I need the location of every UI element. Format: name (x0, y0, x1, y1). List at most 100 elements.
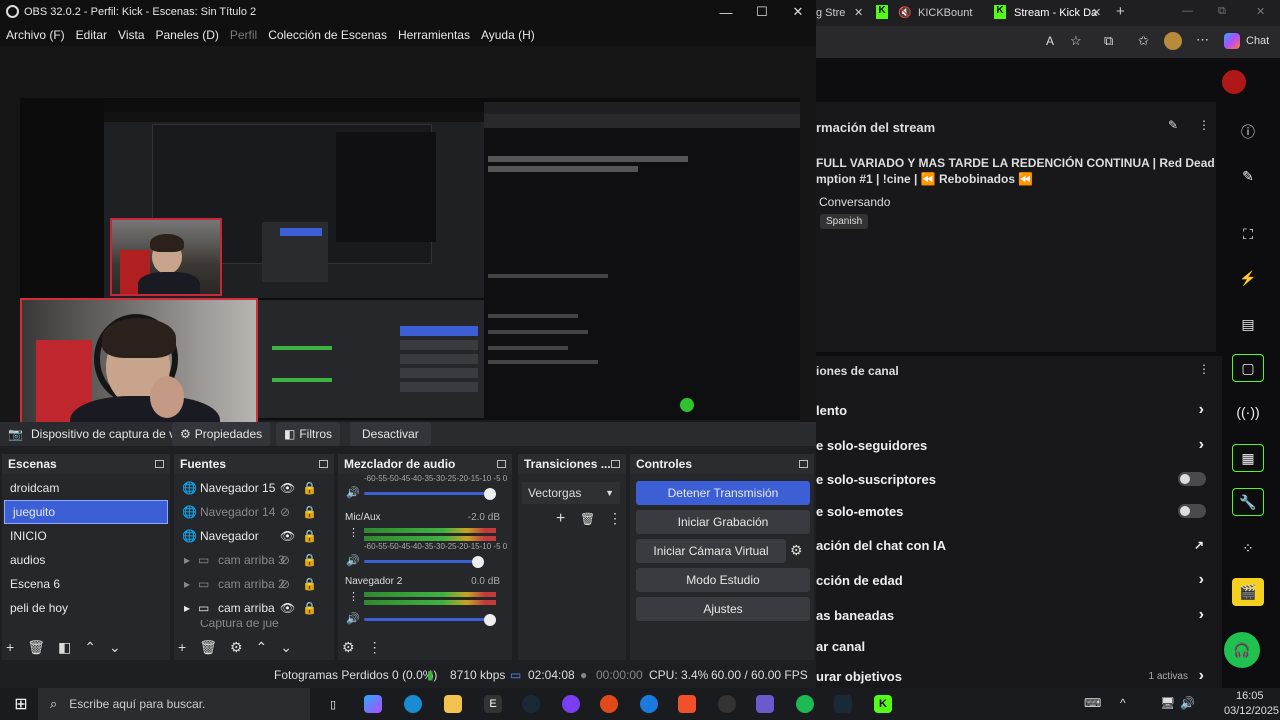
minimize-icon[interactable]: — (1182, 5, 1193, 17)
nodes-icon[interactable]: ⁘ (1232, 534, 1264, 562)
scene-item[interactable]: droidcam (2, 476, 170, 500)
pencil-icon[interactable]: ✎ (1168, 118, 1178, 132)
chat-button[interactable]: Chat (1246, 35, 1269, 47)
app-icon[interactable] (600, 695, 618, 713)
filters-button[interactable]: ◧ Filtros (276, 422, 341, 446)
menu-perfil[interactable]: Perfil (230, 28, 257, 42)
extensions-icon[interactable]: ⧉ (1104, 33, 1113, 49)
explorer-icon[interactable] (444, 695, 462, 713)
maximize-icon[interactable]: ☐ (744, 0, 780, 24)
eye-icon[interactable]: 👁 (280, 601, 295, 615)
option-row[interactable]: urar objetivos 1 activas › (816, 664, 1216, 688)
scene-item[interactable]: Escena 6 (2, 572, 170, 596)
broadcast-icon[interactable]: ((·)) (1232, 398, 1264, 426)
chevron-down-icon[interactable]: ⌄ (280, 639, 292, 656)
spotify-icon[interactable] (796, 695, 814, 713)
source-item[interactable]: 🌐 Navegador 15 👁 🔒 (174, 476, 334, 500)
kick-taskbar-icon[interactable]: K (874, 695, 892, 713)
eye-hidden-icon[interactable]: ⊘ (280, 577, 290, 591)
source-group[interactable]: ▸ ▭ cam arriba 3 ⊘ 🔒 (174, 548, 334, 572)
add-icon[interactable]: + (6, 639, 14, 655)
speaker-icon[interactable]: 🔊 (346, 612, 360, 625)
lightning-icon[interactable]: ⚡ (1232, 264, 1264, 292)
volume-knob[interactable] (484, 488, 496, 500)
trash-icon[interactable]: 🗑 (199, 639, 217, 656)
add-icon[interactable]: + (178, 639, 186, 655)
kebab-icon[interactable]: ⋮ (608, 510, 622, 527)
channel-avatar[interactable] (1222, 70, 1246, 94)
scene-item[interactable]: audios (2, 548, 170, 572)
kebab-icon[interactable]: ⋮ (1198, 362, 1210, 376)
chevron-up-icon[interactable]: ⌃ (84, 639, 96, 656)
option-row[interactable]: e solo-seguidores › (816, 433, 1216, 457)
scene-item-selected[interactable]: jueguito (4, 500, 168, 524)
muted-icon[interactable]: 🔇 (898, 6, 912, 19)
clock-date[interactable]: 03/12/2025 (1224, 705, 1279, 717)
menu-paneles[interactable]: Paneles (D) (156, 28, 219, 42)
chevron-up-icon[interactable]: ^ (1120, 696, 1126, 710)
option-row[interactable]: cción de edad › (816, 568, 1216, 592)
taskbar-search[interactable]: ⌕ Escribe aquí para buscar. (38, 688, 310, 720)
eye-hidden-icon[interactable]: ⊘ (280, 505, 290, 519)
kebab-icon[interactable]: ⋮ (368, 639, 382, 656)
menu-vista[interactable]: Vista (118, 28, 144, 42)
edge-icon[interactable] (404, 695, 422, 713)
undock-icon[interactable] (155, 460, 164, 468)
chevron-up-icon[interactable]: ⌃ (256, 639, 268, 656)
source-item[interactable]: Captura de jue (174, 620, 334, 630)
volume-knob[interactable] (472, 556, 484, 568)
eye-hidden-icon[interactable]: ⊘ (280, 553, 290, 567)
menu-editar[interactable]: Editar (76, 28, 107, 42)
gear-icon[interactable]: ⚙ (230, 639, 243, 656)
support-icon[interactable]: 🎧 (1224, 632, 1260, 668)
expand-icon[interactable]: ▸ (184, 577, 190, 591)
eye-icon[interactable]: 👁 (280, 529, 295, 543)
read-aloud-icon[interactable]: A (1046, 34, 1054, 48)
eye-icon[interactable]: 👁 (280, 481, 295, 495)
menu-coleccion[interactable]: Colección de Escenas (268, 28, 387, 42)
volume-slider[interactable] (364, 492, 488, 495)
start-recording-button[interactable]: Iniciar Grabación (636, 510, 810, 534)
option-row[interactable]: e solo-suscriptores (816, 467, 1216, 491)
obs-taskbar-icon[interactable] (718, 695, 736, 713)
lock-icon[interactable]: 🔒 (302, 601, 317, 615)
keyboard-icon[interactable]: ⌨ (1084, 696, 1101, 710)
kebab-icon[interactable]: ⋮ (348, 526, 359, 539)
studio-mode-button[interactable]: Modo Estudio (636, 568, 810, 592)
chat-icon[interactable]: ▢ (1232, 354, 1264, 382)
source-group[interactable]: ▸ ▭ cam arriba 👁 🔒 (174, 596, 334, 620)
expand-icon[interactable]: ▸ (184, 601, 190, 615)
transition-select[interactable]: Vectorgas ▼ (522, 482, 620, 504)
scene-item[interactable]: peli de hoy (2, 596, 170, 620)
menu-ayuda[interactable]: Ayuda (H) (481, 28, 535, 42)
settings-button[interactable]: Ajustes (636, 597, 810, 621)
undock-icon[interactable] (319, 460, 328, 468)
option-row[interactable]: lento › (816, 398, 1216, 422)
add-icon[interactable]: + (556, 510, 565, 528)
speaker-icon[interactable]: 🔊 (346, 486, 360, 499)
volume-knob[interactable] (484, 614, 496, 626)
more-icon[interactable]: ⋯ (1196, 32, 1209, 48)
toggle-switch[interactable] (1178, 504, 1206, 518)
clock-time[interactable]: 16:05 (1236, 690, 1264, 702)
info-icon[interactable]: ⓘ (1232, 118, 1264, 146)
option-row[interactable]: e solo-emotes (816, 499, 1216, 523)
option-row[interactable]: ar canal (816, 634, 1216, 658)
app-icon[interactable] (756, 695, 774, 713)
menu-herramientas[interactable]: Herramientas (398, 28, 470, 42)
volume-icon[interactable]: 🔊 (1180, 696, 1195, 710)
crop-icon[interactable]: ⛶ (1232, 220, 1264, 248)
undock-icon[interactable] (611, 460, 620, 468)
epic-games-icon[interactable]: E (484, 695, 502, 713)
document-icon[interactable]: ▤ (1232, 310, 1264, 338)
undock-icon[interactable] (497, 460, 506, 468)
new-tab-icon[interactable]: + (1116, 3, 1125, 20)
stream-preview[interactable] (20, 98, 800, 446)
app-icon[interactable] (562, 695, 580, 713)
deactivate-button[interactable]: Desactivar (350, 422, 431, 446)
lock-icon[interactable]: 🔒 (302, 577, 317, 591)
steam-icon[interactable] (834, 695, 852, 713)
copilot-icon[interactable] (1224, 33, 1240, 49)
wrench-icon[interactable]: 🔧 (1232, 488, 1264, 516)
scene-item[interactable]: INICIO (2, 524, 170, 548)
